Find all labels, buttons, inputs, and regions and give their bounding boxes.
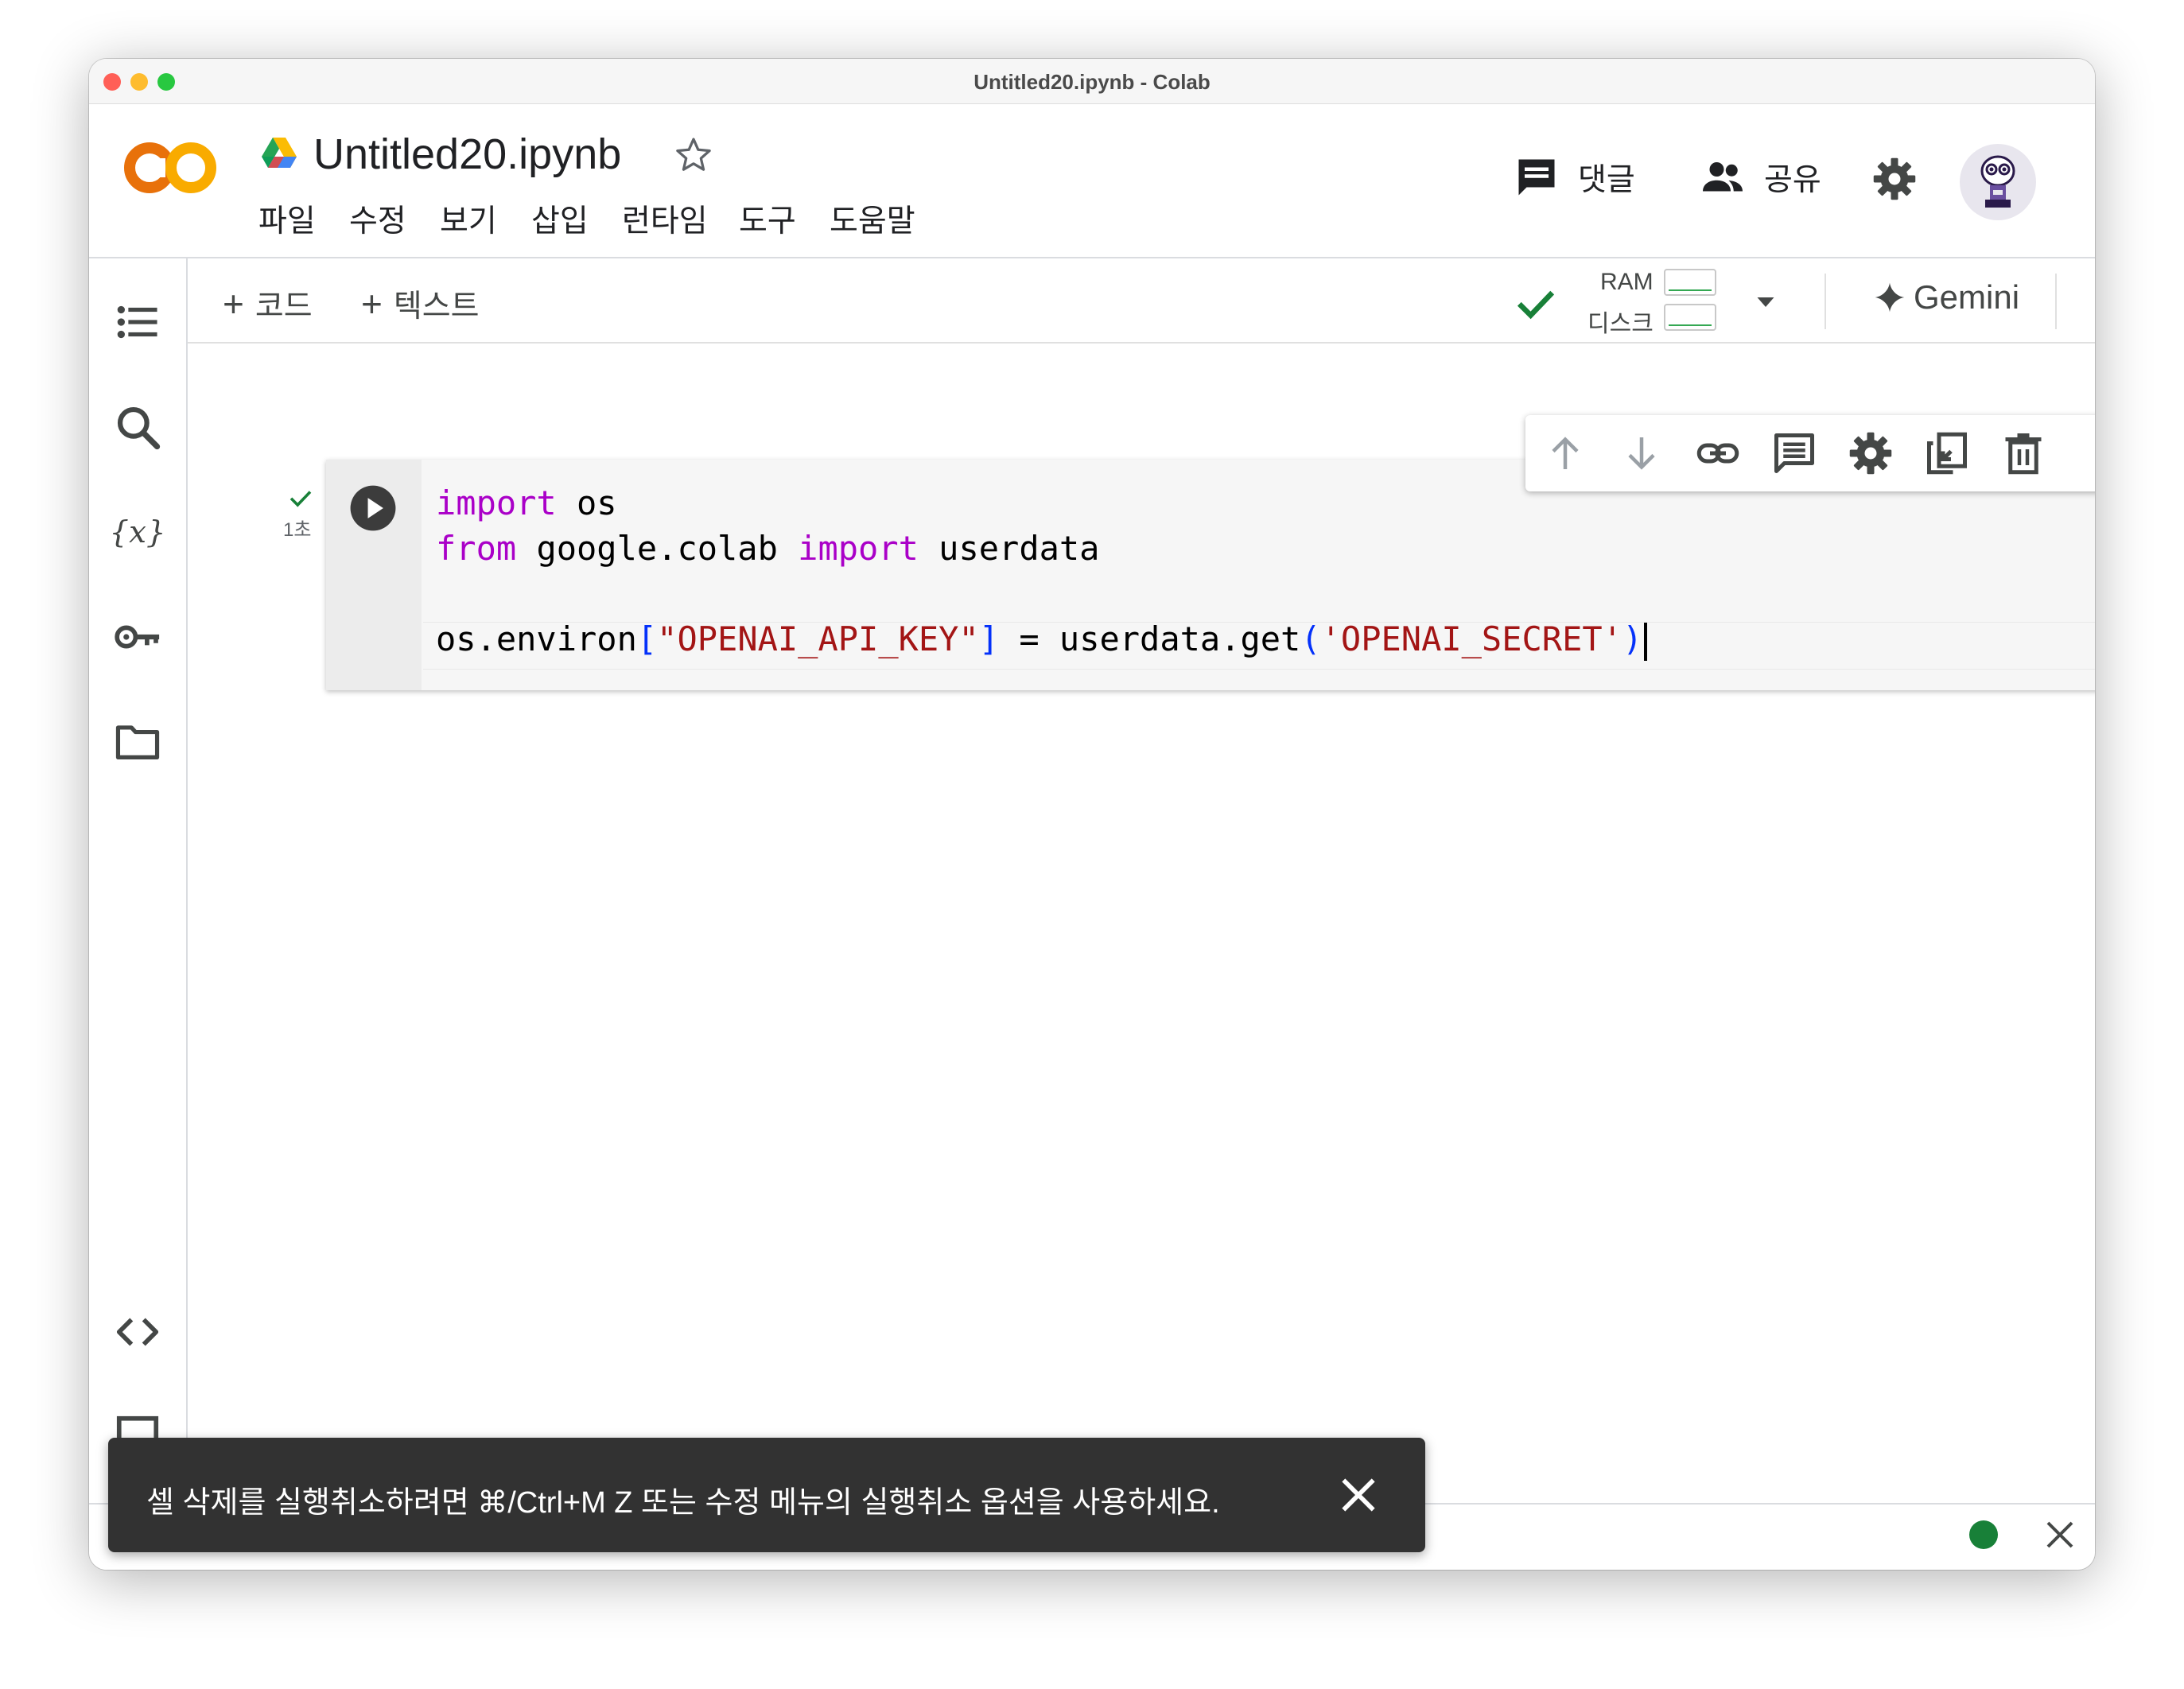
menu-edit[interactable]: 수정 [349,196,406,241]
google-drive-icon[interactable] [260,136,298,171]
code-line-4: os.environ["OPENAI_API_KEY"] = userdata.… [436,616,1648,662]
star-icon[interactable] [673,134,714,176]
code-line-1: import os [436,483,617,522]
toolbar-divider [2055,274,2057,329]
comment-label: 댓글 [1578,163,1635,197]
add-text-cell-button[interactable]: + 텍스트 [361,282,480,326]
execution-check-icon [290,491,312,507]
menu-file[interactable]: 파일 [258,196,316,241]
connected-check-icon[interactable] [1511,278,1560,328]
move-cell-down-icon[interactable] [1618,429,1665,477]
comment-button[interactable]: 댓글 [1513,155,1635,200]
text-cursor [1644,622,1648,661]
code-editor[interactable]: import os from google.colab import userda… [436,480,1648,662]
gemini-label: Gemini [1914,278,2020,316]
app-header: Untitled20.ipynb 파일 수정 보기 삽입 런타임 도구 도움말 … [89,104,2095,258]
close-icon[interactable] [2044,1519,2076,1551]
menu-insert[interactable]: 삽입 [531,196,589,241]
variables-icon[interactable]: {x} [113,507,162,557]
ram-label: RAM [1600,269,1654,295]
table-of-contents-icon[interactable] [113,297,162,347]
delete-trash-icon[interactable] [1999,429,2047,477]
menu-tools[interactable]: 도구 [739,196,796,241]
code-snippets-icon[interactable] [113,1307,162,1357]
left-sidebar: {x} [89,258,188,1514]
menu-view[interactable]: 보기 [440,196,497,241]
svg-text:{x}: {x} [113,514,162,550]
ram-usage-bar[interactable] [1664,269,1716,296]
toolbar-divider [1825,274,1826,329]
runtime-status-dot[interactable] [1969,1520,1998,1549]
code-line-3: ​ [436,571,1647,616]
colab-logo-icon[interactable] [122,136,218,200]
people-icon [1703,162,1743,192]
comment-icon [1518,159,1555,196]
notebook-title[interactable]: Untitled20.ipynb [313,130,621,179]
window-titlebar: Untitled20.ipynb - Colab [89,59,2095,104]
share-button[interactable]: 공유 [1699,155,1821,200]
menu-help[interactable]: 도움말 [830,196,915,241]
window-title: Untitled20.ipynb - Colab [973,70,1211,94]
run-cell-button[interactable] [348,483,398,533]
cell-settings-gear-icon[interactable] [1847,429,1894,477]
add-text-label: 텍스트 [393,289,480,324]
more-vert-icon[interactable] [2076,429,2095,477]
move-cell-up-icon[interactable] [1541,429,1589,477]
share-label: 공유 [1764,163,1821,197]
notebook-toolbar: + 코드 + 텍스트 RAM 디스크 Gemini [188,258,2095,344]
key-icon[interactable] [113,612,162,662]
plus-icon: + [223,283,244,324]
plus-icon: + [361,283,383,324]
gemini-sparkle-icon [1875,282,1905,313]
comment-icon[interactable] [1770,429,1818,477]
user-avatar[interactable] [1960,144,2036,220]
folder-icon[interactable] [113,717,162,767]
code-line-2: from google.colab import userdata [436,529,1100,568]
link-icon[interactable] [1694,429,1742,477]
undo-snackbar: 셀 삭제를 실행취소하려면 ⌘/Ctrl+M Z 또는 수정 메뉴의 실행취소 … [108,1438,1425,1552]
search-icon[interactable] [113,402,162,452]
execution-time: 1초 [283,519,312,541]
add-code-cell-button[interactable]: + 코드 [223,282,313,326]
colab-window: Untitled20.ipynb - Colab Untitled20.ipyn… [89,59,2095,1570]
disk-usage-bar[interactable] [1664,304,1716,331]
snackbar-close-icon[interactable] [1336,1473,1381,1517]
menu-runtime[interactable]: 런타임 [622,196,708,241]
snackbar-message: 셀 삭제를 실행취소하려면 ⌘/Ctrl+M Z 또는 수정 메뉴의 실행취소 … [146,1486,1220,1520]
settings-gear-icon[interactable] [1871,155,1918,203]
avatar-robot-icon [1980,155,2015,208]
chevron-down-icon[interactable] [1751,288,1780,316]
gemini-button[interactable]: Gemini [1874,278,2019,316]
cell-action-toolbar [1525,415,2095,491]
mirror-cell-icon[interactable] [1923,429,1971,477]
disk-label: 디스크 [1587,311,1654,337]
add-code-label: 코드 [255,289,313,324]
